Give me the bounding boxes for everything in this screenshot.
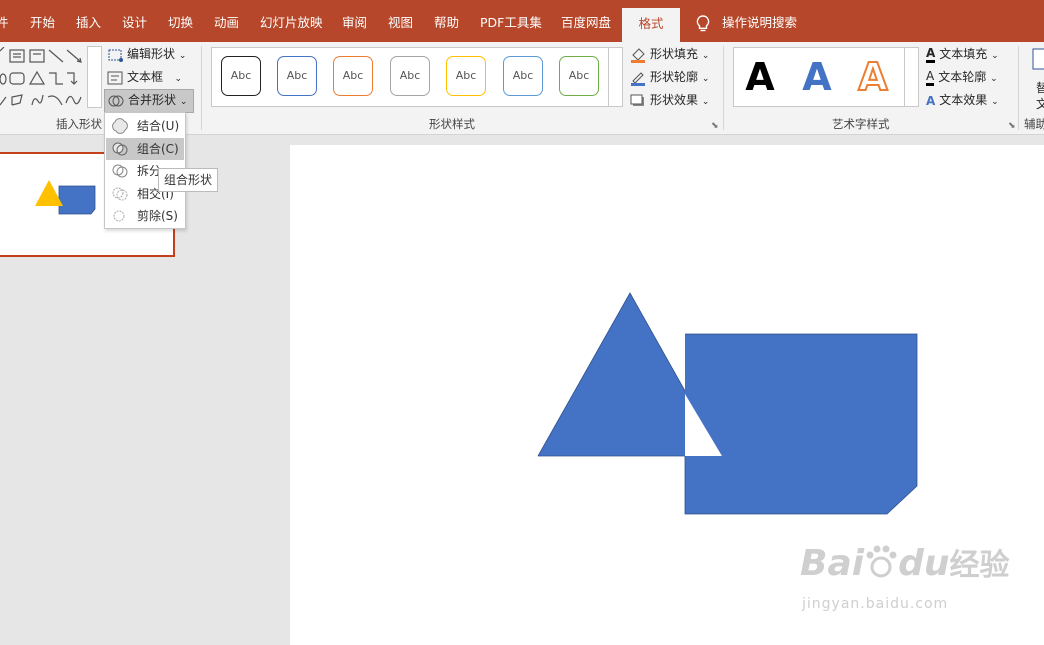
chevron-down-icon: ⌄ xyxy=(991,97,999,107)
tab-file-partial[interactable]: 件 xyxy=(0,0,9,42)
merge-shapes-button[interactable]: 合并形状 ⌄ xyxy=(104,89,194,113)
menu-item-label: 组合(C) xyxy=(137,142,179,156)
menu-item-subtract[interactable]: 剪除(S) xyxy=(106,205,184,227)
group-divider xyxy=(201,46,202,130)
insert-shapes-group-label: 插入形状 xyxy=(56,117,102,131)
tab-insert[interactable]: 插入 xyxy=(76,0,101,42)
menu-item-label: 结合(U) xyxy=(137,119,180,133)
text-box-button[interactable]: 文本框 ⌄ xyxy=(107,67,182,87)
tab-transitions[interactable]: 切换 xyxy=(168,0,193,42)
shape-style-6[interactable]: Abc xyxy=(503,56,543,96)
chevron-down-icon: ⌄ xyxy=(178,51,187,61)
shape-outline-button[interactable]: 形状轮廓 ⌄ xyxy=(630,67,709,87)
tab-pdf-tools[interactable]: PDF工具集 xyxy=(480,0,542,42)
shape-fill-label: 形状填充 xyxy=(650,47,699,61)
text-effects-label: 文本效果 xyxy=(939,93,988,107)
wordart-style-blue[interactable]: A xyxy=(797,58,837,96)
accessibility-group-label: 辅助 xyxy=(1024,117,1044,131)
thumbnail-shapes xyxy=(35,180,96,215)
tab-animations[interactable]: 动画 xyxy=(214,0,239,42)
watermark-brand-cn: 经验 xyxy=(949,548,1010,583)
watermark-url: jingyan.baidu.com xyxy=(802,596,949,612)
shape-style-2[interactable]: Abc xyxy=(277,56,317,96)
lightbulb-icon xyxy=(696,15,710,32)
shapes-gallery-scroll[interactable] xyxy=(87,46,102,108)
dialog-launcher-icon[interactable]: ⬊ xyxy=(1008,121,1016,131)
paint-bucket-icon xyxy=(631,47,645,63)
text-box-icon xyxy=(107,71,123,84)
subtract-icon xyxy=(113,210,125,222)
wordart-group-label: 艺术字样式 xyxy=(832,117,890,131)
text-outline-button[interactable]: A 文本轮廓 ⌄ xyxy=(926,67,998,87)
fragment-icon xyxy=(112,164,128,178)
text-effects-button[interactable]: A 文本效果 ⌄ xyxy=(926,90,999,110)
wordart-style-black[interactable]: A xyxy=(740,58,780,96)
alt-text-icon[interactable] xyxy=(1032,48,1044,70)
tab-design[interactable]: 设计 xyxy=(122,0,147,42)
menu-item-combine[interactable]: 组合(C) xyxy=(106,138,184,160)
merge-shapes-icon xyxy=(108,95,124,106)
wordart-scroll[interactable] xyxy=(904,47,919,107)
chevron-down-icon: ⌄ xyxy=(701,74,710,84)
tab-baidu-netdisk[interactable]: 百度网盘 xyxy=(561,0,611,42)
menu-item-label: 剪除(S) xyxy=(137,209,178,223)
text-effects-icon: A xyxy=(926,93,936,108)
merge-shapes-label: 合并形状 xyxy=(128,93,177,107)
tab-slideshow[interactable]: 幻灯片放映 xyxy=(260,0,323,42)
group-divider xyxy=(723,46,724,130)
alt-text-label-2[interactable]: 文 xyxy=(1036,94,1044,114)
tab-format[interactable]: 格式 xyxy=(622,8,680,42)
pen-icon xyxy=(631,71,645,86)
chevron-down-icon: ⌄ xyxy=(701,51,710,61)
shape-fill-button[interactable]: 形状填充 ⌄ xyxy=(630,44,709,64)
chevron-down-icon: ⌄ xyxy=(179,97,188,107)
text-fill-label: 文本填充 xyxy=(939,47,988,61)
edit-shape-icon xyxy=(108,49,123,62)
shape-effects-button[interactable]: 形状效果 ⌄ xyxy=(630,90,709,110)
tab-review[interactable]: 审阅 xyxy=(342,0,367,42)
chevron-down-icon: ⌄ xyxy=(701,97,710,107)
shape-effects-icon xyxy=(630,94,644,106)
watermark-brand-2: du xyxy=(898,543,950,584)
shape-style-4[interactable]: Abc xyxy=(390,56,430,96)
union-icon xyxy=(112,118,128,134)
chevron-down-icon: ⌄ xyxy=(991,51,999,61)
shape-style-3[interactable]: Abc xyxy=(333,56,373,96)
tab-view[interactable]: 视图 xyxy=(388,0,413,42)
text-outline-icon: A xyxy=(926,69,935,86)
paw-icon xyxy=(866,545,897,578)
rectangle-shape xyxy=(685,334,917,514)
menu-item-union[interactable]: 结合(U) xyxy=(106,115,184,137)
group-divider xyxy=(1018,46,1019,130)
text-box-label: 文本框 xyxy=(127,70,164,84)
edit-shape-button[interactable]: 编辑形状 ⌄ xyxy=(107,44,186,64)
tell-me-search[interactable]: 操作说明搜索 xyxy=(722,0,797,42)
ribbon-tab-bar: 件 开始 插入 设计 切换 动画 幻灯片放映 审阅 视图 帮助 PDF工具集 百… xyxy=(0,0,1044,42)
shape-effects-label: 形状效果 xyxy=(650,93,699,107)
shapes-gallery[interactable] xyxy=(0,47,90,109)
text-fill-icon: A xyxy=(926,46,936,63)
chevron-down-icon: ⌄ xyxy=(990,74,998,84)
shape-styles-scroll[interactable] xyxy=(608,47,623,107)
edit-shape-label: 编辑形状 xyxy=(127,47,176,61)
intersect-icon xyxy=(112,187,128,201)
shape-outline-label: 形状轮廓 xyxy=(650,70,699,84)
shape-style-5[interactable]: Abc xyxy=(446,56,486,96)
shape-style-1[interactable]: Abc xyxy=(221,56,261,96)
tooltip: 组合形状 xyxy=(158,168,218,192)
watermark-brand: Bai xyxy=(800,543,865,584)
dialog-launcher-icon[interactable]: ⬊ xyxy=(711,121,719,131)
combine-icon xyxy=(112,142,128,156)
wordart-style-orange-outline[interactable]: A xyxy=(853,57,893,97)
shape-styles-group-label: 形状样式 xyxy=(429,117,475,131)
text-outline-label: 文本轮廓 xyxy=(938,70,987,84)
shape-style-7[interactable]: Abc xyxy=(559,56,599,96)
tab-home[interactable]: 开始 xyxy=(30,0,55,42)
chevron-down-icon: ⌄ xyxy=(174,74,183,84)
text-fill-button[interactable]: A 文本填充 ⌄ xyxy=(926,44,999,64)
tab-help[interactable]: 帮助 xyxy=(434,0,459,42)
